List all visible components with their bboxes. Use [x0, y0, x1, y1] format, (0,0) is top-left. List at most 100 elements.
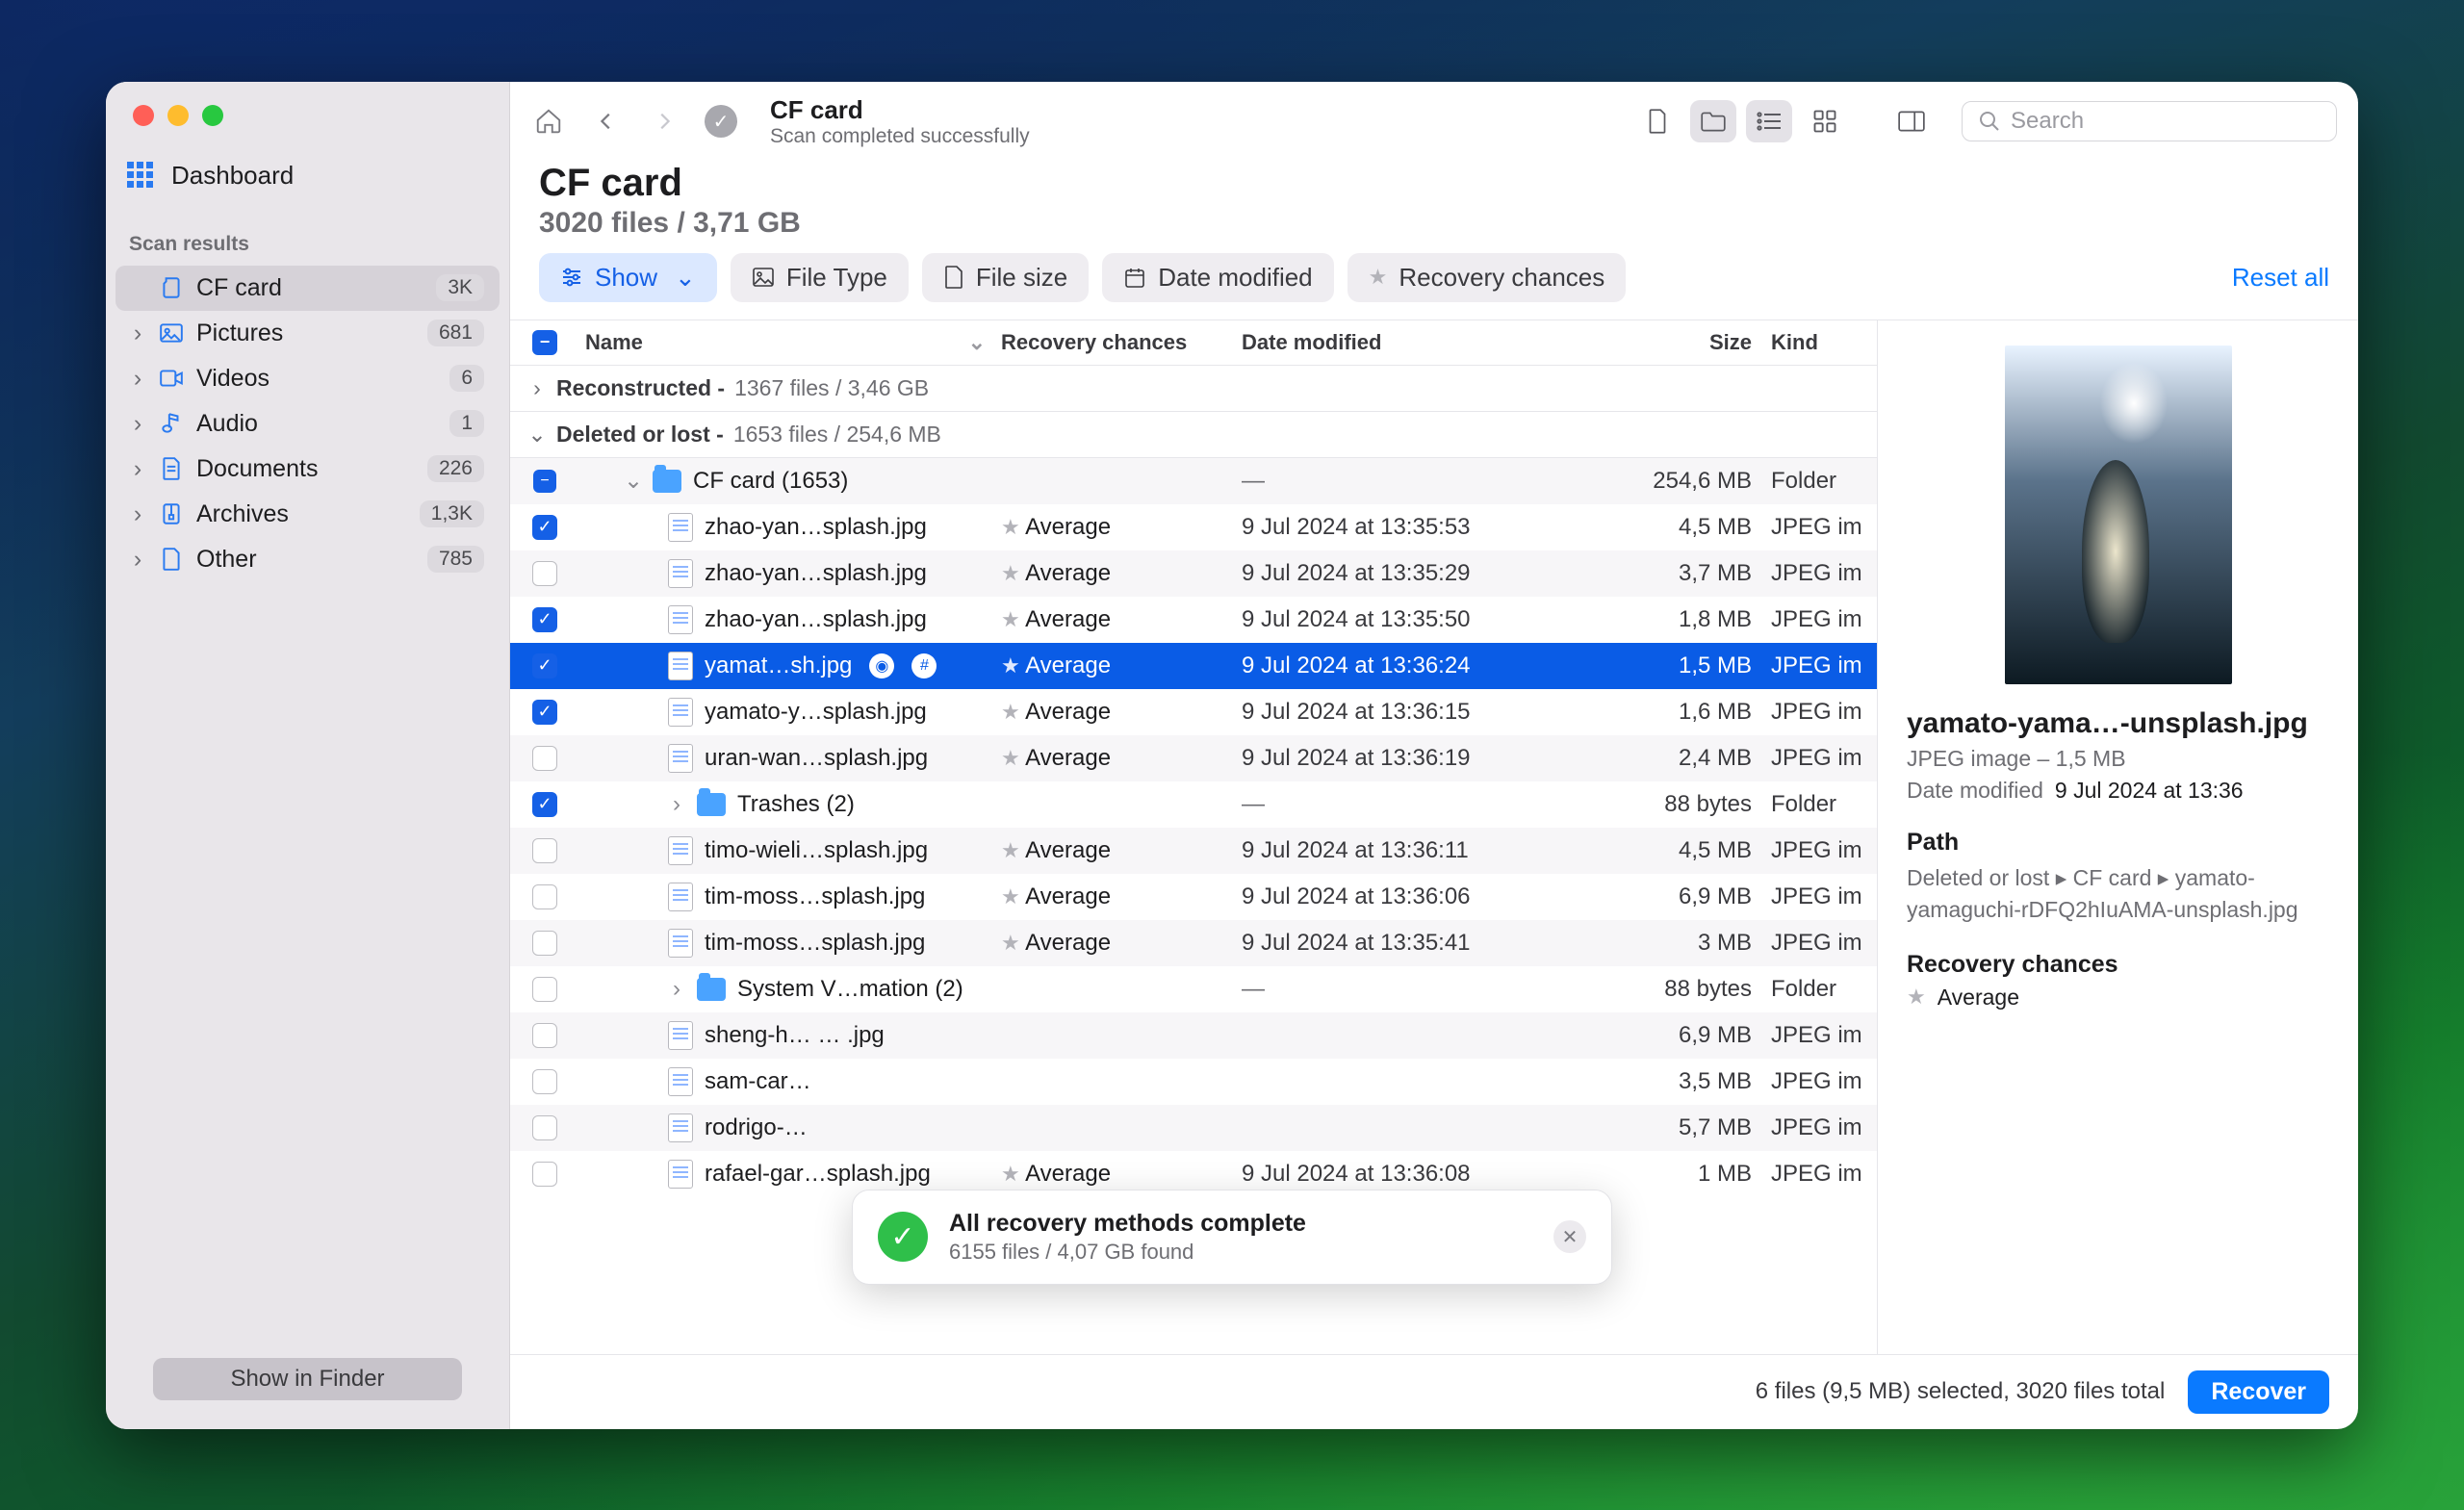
chevron-right-icon: › — [129, 410, 146, 438]
row-checkbox[interactable] — [532, 700, 557, 725]
col-date[interactable]: Date modified — [1242, 330, 1578, 355]
table-row[interactable]: ›System V…mation (2)—88 bytesFolder — [510, 966, 1877, 1012]
sidebar-item-audio[interactable]: ›Audio1 — [116, 401, 500, 447]
date-modified-filter-button[interactable]: Date modified — [1102, 253, 1333, 302]
table-row[interactable]: sam-car… 3,5 MBJPEG im — [510, 1059, 1877, 1105]
sidebar-item-videos[interactable]: ›Videos6 — [116, 356, 500, 401]
dashboard-nav[interactable]: Dashboard — [106, 143, 509, 208]
show-filter-button[interactable]: Show ⌄ — [539, 253, 717, 302]
row-filename: rodrigo-… — [705, 1114, 808, 1141]
sidebar-item-documents[interactable]: ›Documents226 — [116, 447, 500, 492]
group-row[interactable]: ›Reconstructed - 1367 files / 3,46 GB — [510, 366, 1877, 412]
hex-icon[interactable]: # — [911, 653, 937, 678]
select-all-checkbox[interactable]: − — [532, 330, 557, 355]
file-size-filter-button[interactable]: File size — [922, 253, 1089, 302]
reset-all-button[interactable]: Reset all — [2232, 263, 2329, 293]
table-row[interactable]: tim-moss…splash.jpg★ Average9 Jul 2024 a… — [510, 874, 1877, 920]
col-name[interactable]: Name⌄ — [579, 330, 1001, 355]
search-input[interactable]: Search — [1962, 101, 2337, 141]
row-checkbox[interactable] — [532, 607, 557, 632]
toast-close-button[interactable]: ✕ — [1553, 1220, 1586, 1253]
folder-select-icon[interactable]: − — [533, 470, 556, 493]
sidebar-item-other[interactable]: ›Other785 — [116, 537, 500, 582]
preview-path-label: Path — [1907, 829, 2329, 857]
row-checkbox[interactable] — [532, 1023, 557, 1048]
table-row[interactable]: yamat…sh.jpg◉#★ Average9 Jul 2024 at 13:… — [510, 643, 1877, 689]
row-checkbox[interactable] — [532, 1115, 557, 1140]
preview-rc-label: Recovery chances — [1907, 951, 2329, 979]
table-row[interactable]: zhao-yan…splash.jpg★ Average9 Jul 2024 a… — [510, 597, 1877, 643]
row-checkbox[interactable] — [532, 931, 557, 956]
row-checkbox[interactable] — [532, 746, 557, 771]
preview-rc-value: Average — [1938, 985, 2019, 1011]
row-checkbox[interactable] — [532, 1162, 557, 1187]
view-folder-icon[interactable] — [1690, 100, 1736, 142]
chevron-right-icon: › — [129, 365, 146, 393]
forward-icon[interactable] — [647, 104, 681, 139]
sidebar-item-badge: 3K — [436, 274, 484, 301]
sidebar-item-pictures[interactable]: ›Pictures681 — [116, 311, 500, 356]
folder-icon — [697, 978, 726, 1001]
table-row[interactable]: tim-moss…splash.jpg★ Average9 Jul 2024 a… — [510, 920, 1877, 966]
table-row[interactable]: timo-wieli…splash.jpg★ Average9 Jul 2024… — [510, 828, 1877, 874]
sidebar-item-label: Documents — [196, 455, 416, 483]
col-kind[interactable]: Kind — [1771, 330, 1877, 355]
row-checkbox[interactable] — [532, 977, 557, 1002]
sidebar-item-badge: 785 — [427, 546, 484, 573]
sidebar-item-archives[interactable]: ›Archives1,3K — [116, 492, 500, 537]
toast-title: All recovery methods complete — [949, 1210, 1306, 1238]
table-row[interactable]: rodrigo-… 5,7 MBJPEG im — [510, 1105, 1877, 1151]
chevron-right-icon: › — [129, 546, 146, 574]
minimize-window-button[interactable] — [167, 105, 189, 126]
recover-button[interactable]: Recover — [2188, 1370, 2329, 1414]
sidebar-item-label: Videos — [196, 365, 438, 393]
view-grid-icon[interactable] — [1802, 100, 1848, 142]
star-icon: ★ — [1001, 561, 1020, 585]
row-checkbox[interactable] — [532, 1069, 557, 1094]
close-window-button[interactable] — [133, 105, 154, 126]
chevron-down-icon: ⌄ — [624, 467, 641, 495]
show-in-finder-button[interactable]: Show in Finder — [153, 1358, 461, 1400]
col-recovery[interactable]: Recovery chances — [1001, 330, 1242, 355]
table-row[interactable]: ›Trashes (2)—88 bytesFolder — [510, 781, 1877, 828]
window-controls — [106, 82, 509, 143]
chevron-right-icon: › — [129, 455, 146, 483]
group-row[interactable]: ⌄Deleted or lost - 1653 files / 254,6 MB — [510, 412, 1877, 458]
row-checkbox[interactable] — [532, 653, 557, 678]
image-icon — [752, 267, 775, 288]
back-icon[interactable] — [589, 104, 624, 139]
calendar-icon — [1123, 266, 1146, 289]
file-icon — [668, 929, 693, 958]
star-icon: ★ — [1001, 607, 1020, 631]
view-list-icon[interactable] — [1746, 100, 1792, 142]
table-row[interactable]: zhao-yan…splash.jpg★ Average9 Jul 2024 a… — [510, 504, 1877, 550]
recovery-chances-filter-button[interactable]: ★ Recovery chances — [1348, 253, 1627, 302]
file-type-filter-button[interactable]: File Type — [731, 253, 909, 302]
table-row[interactable]: uran-wan…splash.jpg★ Average9 Jul 2024 a… — [510, 735, 1877, 781]
quicklook-icon[interactable]: ◉ — [869, 653, 894, 678]
row-checkbox[interactable] — [532, 561, 557, 586]
row-checkbox[interactable] — [532, 838, 557, 863]
table-row[interactable]: −⌄CF card (1653)—254,6 MBFolder — [510, 458, 1877, 504]
chevron-right-icon: › — [129, 500, 146, 528]
row-checkbox[interactable] — [532, 884, 557, 909]
table-row[interactable]: yamato-y…splash.jpg★ Average9 Jul 2024 a… — [510, 689, 1877, 735]
view-document-icon[interactable] — [1634, 100, 1681, 142]
row-filename: uran-wan…splash.jpg — [705, 745, 928, 772]
home-icon[interactable] — [531, 104, 566, 139]
table-row[interactable]: sheng-h… … .jpg6,9 MBJPEG im — [510, 1012, 1877, 1059]
row-checkbox[interactable] — [532, 792, 557, 817]
sidebar-item-label: Audio — [196, 410, 438, 438]
star-icon: ★ — [1001, 884, 1020, 909]
row-filename: sheng-h… … .jpg — [705, 1022, 885, 1049]
sidebar-item-cf-card[interactable]: CF card3K — [116, 266, 500, 311]
col-size[interactable]: Size — [1578, 330, 1771, 355]
zoom-window-button[interactable] — [202, 105, 223, 126]
page-header: CF card 3020 files / 3,71 GB — [510, 162, 2358, 253]
toggle-preview-icon[interactable] — [1888, 100, 1935, 142]
toolbar: ✓ CF card Scan completed successfully — [510, 82, 2358, 162]
row-checkbox[interactable] — [532, 515, 557, 540]
page-subtitle: 3020 files / 3,71 GB — [539, 207, 2329, 240]
table-row[interactable]: zhao-yan…splash.jpg★ Average9 Jul 2024 a… — [510, 550, 1877, 597]
chevron-down-icon: ⌄ — [675, 263, 696, 293]
